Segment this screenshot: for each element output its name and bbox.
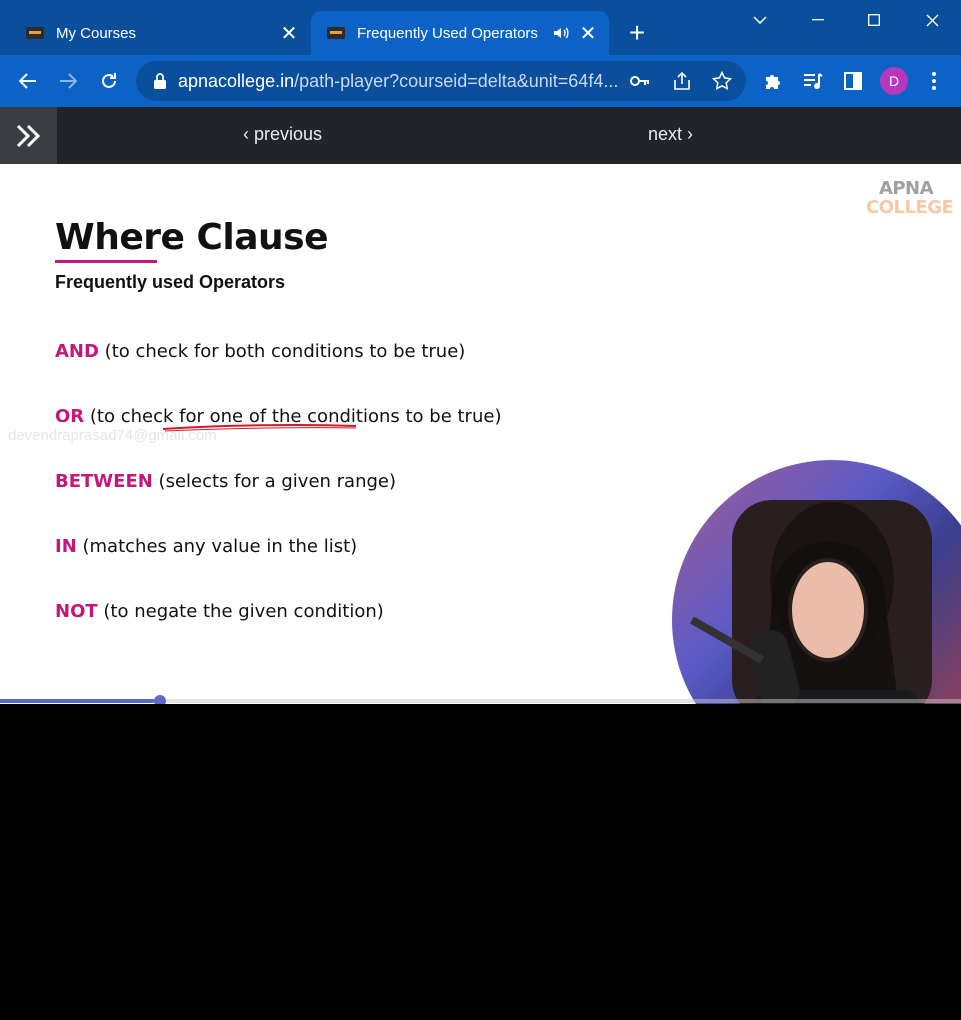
slide-title: Where Clause <box>55 217 328 258</box>
operator-in: IN (matches any value in the list) <box>55 536 357 557</box>
operator-description: (matches any value in the list) <box>82 536 358 557</box>
browser-window: My Courses ✕ Frequently Used Operators ✕… <box>0 0 961 1020</box>
tab-my-courses[interactable]: My Courses ✕ <box>10 11 310 55</box>
tab-frequently-used-operators[interactable]: Frequently Used Operators ✕ <box>311 11 609 55</box>
share-icon[interactable] <box>672 71 692 96</box>
url-text[interactable]: apnacollege.in/path-player?courseid=delt… <box>178 71 618 92</box>
url-host: apnacollege.in <box>178 70 295 91</box>
operator-description: (selects for a given range) <box>158 471 397 492</box>
expand-sidebar-button[interactable] <box>0 107 57 164</box>
chevron-down-icon[interactable] <box>740 6 780 34</box>
progress-fill <box>0 699 161 703</box>
video-letterbox-area <box>0 704 961 1020</box>
video-player[interactable]: APNA COLLEGE Where Clause Frequently use… <box>0 164 961 704</box>
operator-between: BETWEEN (selects for a given range) <box>55 471 396 492</box>
maximize-button[interactable] <box>854 6 894 34</box>
next-lesson-link[interactable]: next › <box>648 124 693 145</box>
operator-keyword: AND <box>55 341 99 362</box>
browser-toolbar: apnacollege.in/path-player?courseid=delt… <box>0 55 961 107</box>
instructor-webcam-overlay <box>672 460 961 704</box>
apna-college-logo: APNA COLLEGE <box>866 178 954 218</box>
tab-title: Frequently Used Operators <box>357 24 538 42</box>
operator-description: (to negate the given condition) <box>103 601 384 622</box>
apna-college-favicon-icon <box>26 27 44 39</box>
reload-icon[interactable] <box>93 65 125 97</box>
logo-line-1: APNA <box>878 178 934 199</box>
lesson-navigation-bar: ‹ previous next › <box>0 107 961 164</box>
operator-keyword: NOT <box>55 601 98 622</box>
forward-arrow-icon[interactable] <box>52 65 84 97</box>
chevron-right-icon: › <box>682 124 694 144</box>
previous-lesson-link[interactable]: ‹ previous <box>243 124 322 145</box>
apna-college-favicon-icon <box>327 27 345 39</box>
url-path: /path-player?courseid=delta&unit=64f4... <box>294 70 618 91</box>
tab-strip: My Courses ✕ Frequently Used Operators ✕… <box>0 0 961 55</box>
key-icon[interactable] <box>630 72 650 95</box>
red-underline-annotation <box>162 424 357 432</box>
minimize-button[interactable] <box>798 6 838 34</box>
title-underline <box>55 260 157 263</box>
close-window-button[interactable] <box>912 6 952 34</box>
extensions-puzzle-icon[interactable] <box>757 65 789 97</box>
tab-close-icon[interactable]: ✕ <box>577 22 599 45</box>
menu-kebab-icon[interactable] <box>918 65 950 97</box>
video-progress-bar[interactable] <box>0 695 961 704</box>
chevron-left-icon: ‹ <box>243 124 254 144</box>
operator-keyword: OR <box>55 406 85 427</box>
progress-scrubber-handle[interactable] <box>154 695 167 704</box>
address-bar[interactable]: apnacollege.in/path-player?courseid=delt… <box>136 61 746 101</box>
double-chevron-right-icon <box>16 124 40 147</box>
back-arrow-icon[interactable] <box>12 65 44 97</box>
tab-title: My Courses <box>56 24 137 42</box>
operator-description: (to check for both conditions to be true… <box>104 341 466 362</box>
operator-keyword: IN <box>55 536 77 557</box>
logo-line-2: COLLEGE <box>866 197 954 218</box>
profile-avatar[interactable]: D <box>880 67 908 95</box>
new-tab-button[interactable]: + <box>624 19 650 47</box>
bookmark-star-icon[interactable] <box>711 70 733 96</box>
lock-icon[interactable] <box>152 72 168 90</box>
media-control-icon[interactable] <box>797 65 829 97</box>
operator-and: AND (to check for both conditions to be … <box>55 341 465 362</box>
slide-subtitle: Frequently used Operators <box>55 272 286 292</box>
speaker-icon[interactable] <box>551 23 571 43</box>
operator-not: NOT (to negate the given condition) <box>55 601 384 622</box>
previous-label: previous <box>254 124 323 144</box>
operator-keyword: BETWEEN <box>55 471 153 492</box>
next-label: next <box>648 124 683 144</box>
side-panel-icon[interactable] <box>837 65 869 97</box>
tab-close-icon[interactable]: ✕ <box>278 22 300 45</box>
